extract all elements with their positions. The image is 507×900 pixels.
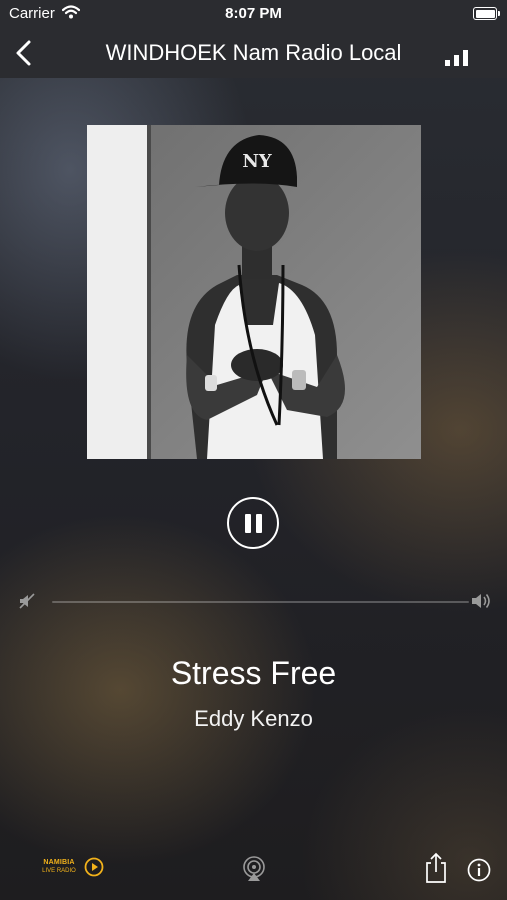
station-title: WINDHOEK Nam Radio Local [105,40,402,65]
artist-name: Eddy Kenzo [194,706,313,731]
volume-slider[interactable] [52,601,469,603]
airplay-icon [243,856,265,881]
signal-bar [454,55,459,66]
navigation-bar: WINDHOEK Nam Radio Local [0,28,507,78]
logo-line1: NAMIBIA [43,859,75,866]
album-artwork: NY [87,125,421,459]
chevron-left-icon [16,40,31,66]
volume-mute-icon [19,593,35,609]
share-button[interactable] [424,852,448,884]
volume-max-icon [472,594,490,608]
clock: 8:07 PM [225,5,282,22]
status-bar: Carrier 8:07 PM [0,0,507,28]
logo-text: NAMIBIA LIVE RADIO [36,859,82,874]
song-title: Stress Free [170,655,337,691]
station-logo[interactable]: NAMIBIA LIVE RADIO [36,856,108,882]
info-icon [467,858,491,882]
pause-button[interactable] [227,497,279,549]
info-button[interactable] [467,858,491,882]
airplay-button[interactable] [241,856,267,882]
logo-line2: LIVE RADIO [42,868,76,874]
pause-icon [256,514,262,533]
share-icon [426,852,446,883]
volume-control [0,588,507,614]
artwork-photo: NY [87,125,421,459]
pause-icon [245,514,251,533]
svg-text:NY: NY [242,151,272,172]
signal-bar [445,60,450,66]
play-circle-icon [84,857,104,877]
signal-bar [463,50,468,66]
battery-icon [473,7,500,20]
bottom-toolbar: NAMIBIA LIVE RADIO [0,840,507,900]
signal-bars-button[interactable] [445,46,473,66]
back-button[interactable] [10,36,40,70]
